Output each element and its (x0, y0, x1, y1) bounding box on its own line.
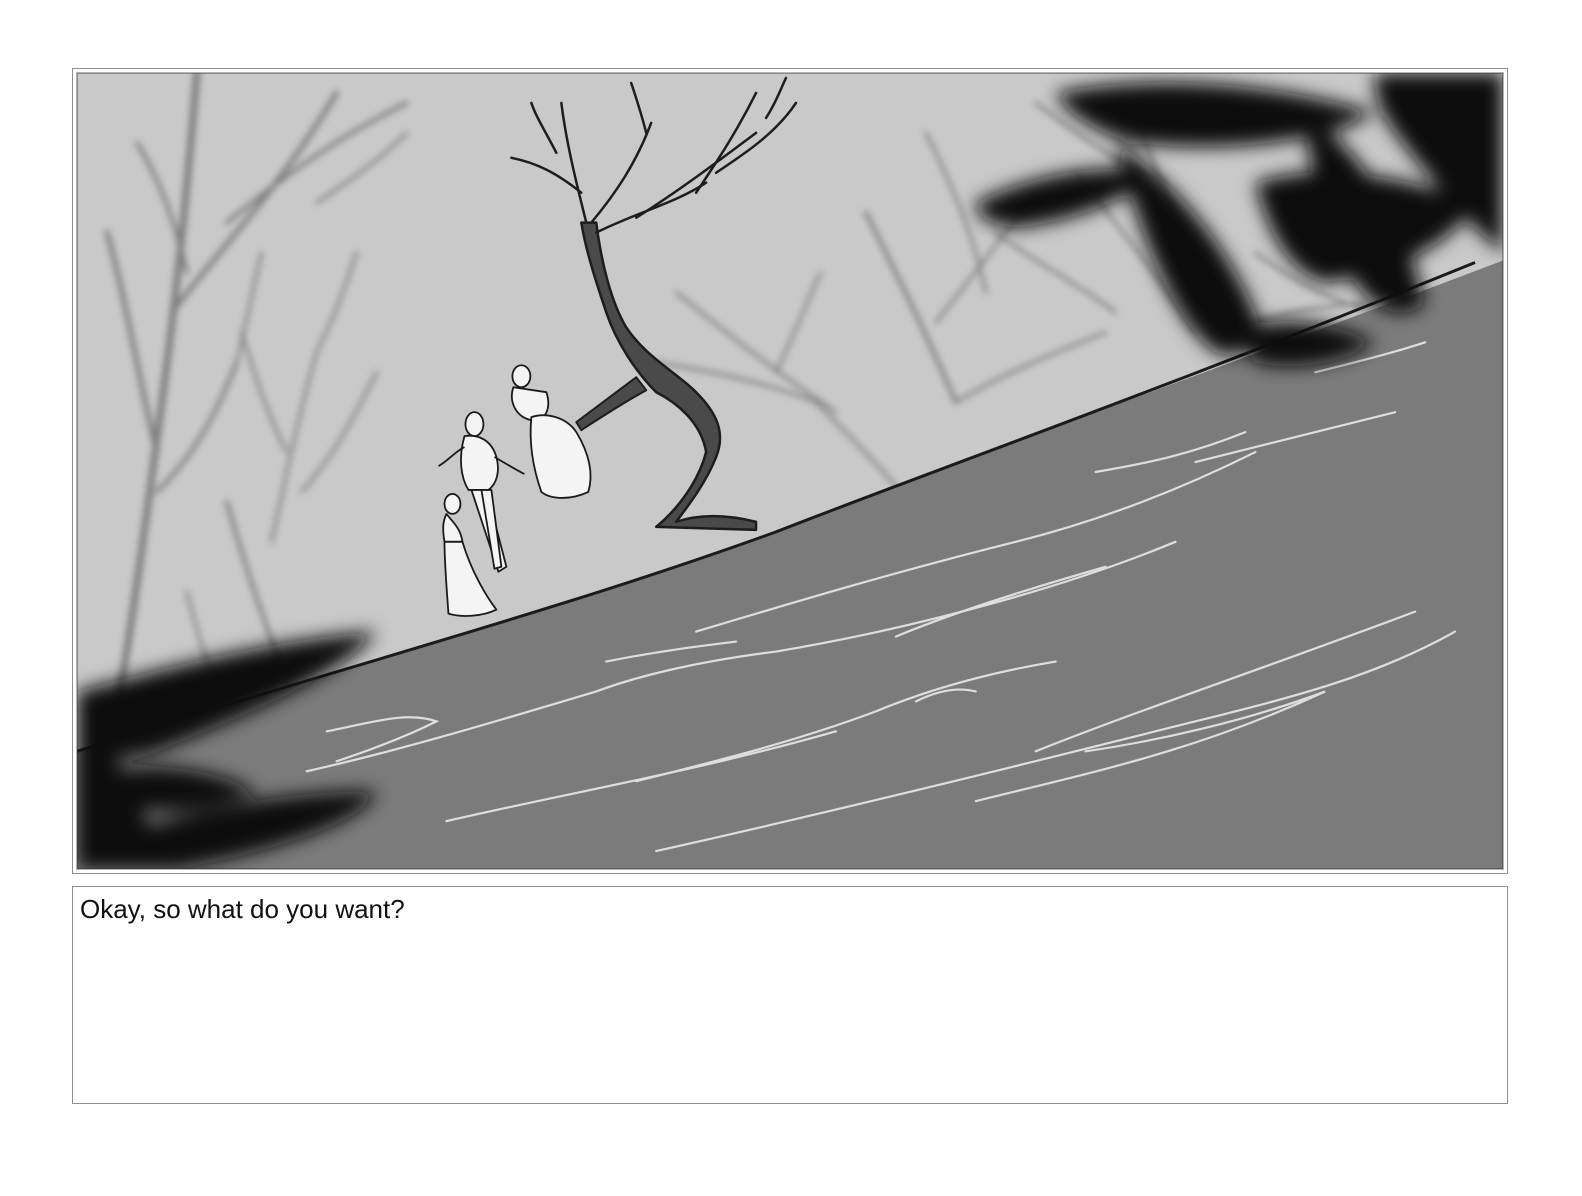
caption-text: Okay, so what do you want? (80, 894, 405, 924)
caption-box: Okay, so what do you want? (72, 886, 1508, 1104)
storyboard-panel (72, 68, 1508, 874)
panel-illustration (76, 72, 1504, 870)
